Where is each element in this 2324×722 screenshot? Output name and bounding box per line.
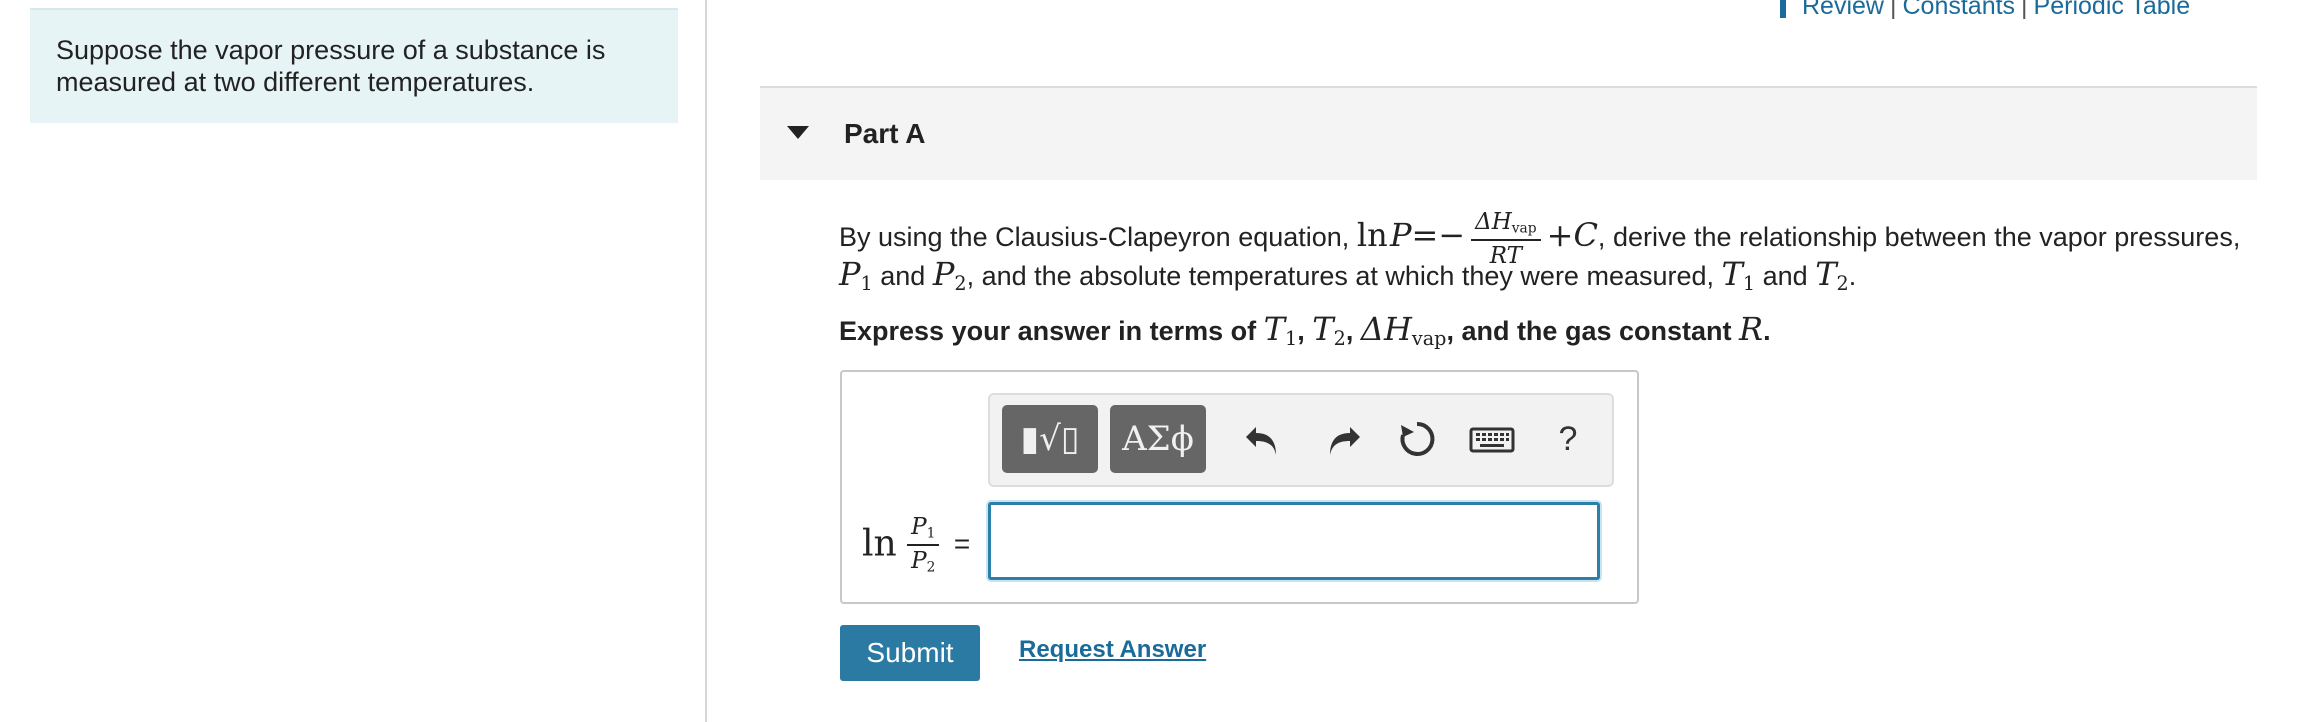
eq-ln: ln xyxy=(1356,216,1388,254)
question-period: . xyxy=(1848,261,1857,291)
question-text: and xyxy=(880,261,926,291)
undo-icon[interactable] xyxy=(1242,417,1286,461)
request-answer-link[interactable]: Request Answer xyxy=(1019,636,1206,664)
var-t2: T2 xyxy=(1815,255,1849,295)
lhs-denominator: P2 xyxy=(911,548,936,576)
link-separator: | xyxy=(1889,0,1897,20)
submit-button[interactable]: Submit xyxy=(840,625,980,681)
question-line-2: P1 and P2, and the absolute temperatures… xyxy=(839,255,1856,293)
keyboard-icon[interactable] xyxy=(1468,417,1516,461)
link-separator: | xyxy=(2021,0,2028,20)
var-t2: T2 xyxy=(1312,310,1346,350)
question-text: and xyxy=(1762,261,1808,291)
part-a-header[interactable]: Part A xyxy=(760,86,2257,180)
question-text: derive the relationship between the vapo… xyxy=(1612,222,2241,252)
eq-vap: vap xyxy=(1511,220,1537,237)
eq-comma: , xyxy=(1597,222,1606,252)
var-delta-h-vap: ΔHvap xyxy=(1360,310,1447,350)
math-toolbar: ▮√▯ ΑΣϕ ? xyxy=(988,393,1614,487)
lhs-ln: ln xyxy=(862,523,897,565)
instruction-text: Express your answer in terms of xyxy=(839,316,1257,346)
review-link[interactable]: Review xyxy=(1802,0,1884,20)
periodic-table-link[interactable]: Periodic Table xyxy=(2034,0,2191,20)
answer-lhs: ln P1 P2 = xyxy=(862,512,970,582)
eq-p: P xyxy=(1389,216,1412,254)
instruction-comma: , xyxy=(1345,316,1354,346)
redo-icon[interactable] xyxy=(1320,417,1364,461)
var-t1: T1 xyxy=(1721,255,1756,295)
eq-equals-minus: =− xyxy=(1411,216,1466,254)
instruction-comma: , xyxy=(1297,316,1305,346)
links-marker-icon xyxy=(1780,0,1786,19)
var-t1: T1 xyxy=(1263,310,1298,350)
constants-link[interactable]: Constants xyxy=(1902,0,2015,20)
templates-button[interactable]: ▮√▯ xyxy=(1002,405,1098,473)
answer-input[interactable] xyxy=(988,502,1600,580)
var-p1: P1 xyxy=(839,255,873,295)
instruction-period: . xyxy=(1763,316,1771,346)
instruction-text: , and the gas constant xyxy=(1446,316,1732,346)
eq-numerator: ΔHvap xyxy=(1471,207,1541,241)
greek-symbols-button[interactable]: ΑΣϕ xyxy=(1110,405,1206,473)
collapse-caret-icon[interactable] xyxy=(787,126,809,139)
lhs-fraction: P1 P2 xyxy=(907,512,940,576)
top-links: Review | Constants | Periodic Table xyxy=(1780,0,2190,24)
reset-icon[interactable] xyxy=(1395,417,1439,461)
part-title: Part A xyxy=(844,118,926,149)
lhs-numerator: P1 xyxy=(907,512,940,546)
answer-instructions: Express your answer in terms of T1, T2 , … xyxy=(839,310,1771,348)
answer-box: ▮√▯ ΑΣϕ ? ln P1 P2 = xyxy=(840,370,1639,604)
question-text: , and the absolute temperatures at which… xyxy=(966,261,1715,291)
var-p2: P2 xyxy=(932,255,967,295)
eq-delta-h: ΔH xyxy=(1475,208,1512,235)
question-text: By using the Clausius-Clapeyron equation… xyxy=(839,222,1350,252)
problem-intro: Suppose the vapor pressure of a substanc… xyxy=(30,8,678,123)
var-r: R xyxy=(1739,310,1764,348)
problem-intro-text: Suppose the vapor pressure of a substanc… xyxy=(56,35,606,97)
eq-plus-c: +C xyxy=(1546,216,1598,254)
left-panel: Suppose the vapor pressure of a substanc… xyxy=(0,0,707,722)
help-button[interactable]: ? xyxy=(1548,409,1588,469)
clausius-clapeyron-equation: ln P=− ΔHvap RT +C, xyxy=(1357,209,1606,269)
lhs-equals: = xyxy=(953,528,971,559)
